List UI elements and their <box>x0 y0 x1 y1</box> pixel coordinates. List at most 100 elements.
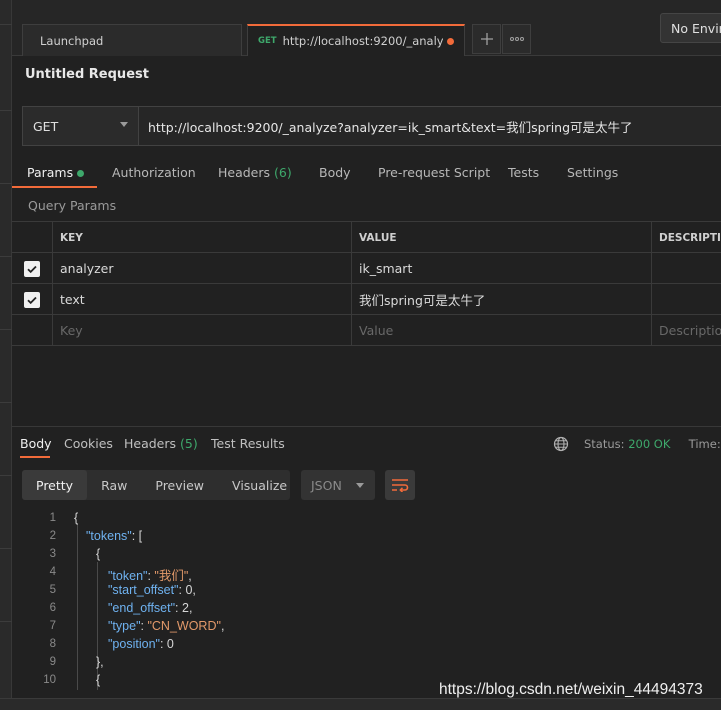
active-tab-underline <box>12 186 97 188</box>
code-text: "position": 0 <box>108 637 174 651</box>
url-input[interactable]: http://localhost:9200/_analyze?analyzer=… <box>139 107 721 145</box>
tab-request-url: http://localhost:9200/_analyze?... <box>282 34 443 48</box>
row-checkbox[interactable] <box>12 284 52 315</box>
tab-response-cookies[interactable]: Cookies <box>64 436 113 451</box>
json-brace: { <box>96 673 101 687</box>
checkmark-icon <box>27 296 37 304</box>
request-tab-bar: Launchpad GET http://localhost:9200/_ana… <box>12 0 721 56</box>
status-bar <box>0 698 721 710</box>
line-number: 6 <box>49 602 56 614</box>
param-description[interactable] <box>651 253 721 284</box>
method-dropdown[interactable]: GET <box>23 107 139 145</box>
json-string: "CN_WORD" <box>147 619 221 633</box>
code-line: 5 "start_offset": 0, <box>12 582 721 600</box>
query-params-table: KEY VALUE DESCRIPTION analyzer ik_smart … <box>12 221 721 346</box>
tab-active-request[interactable]: GET http://localhost:9200/_analyze?... <box>247 24 465 56</box>
checkbox[interactable] <box>24 291 40 308</box>
json-number: 0 <box>185 583 193 597</box>
request-title[interactable]: Untitled Request <box>25 67 149 82</box>
tab-headers-label: Headers <box>218 165 271 180</box>
json-key: "start_offset" <box>108 583 179 597</box>
code-text: { <box>96 673 100 687</box>
line-number: 3 <box>49 548 56 560</box>
tab-headers[interactable]: Headers (6) <box>218 165 292 180</box>
param-key-placeholder[interactable]: Key <box>52 315 351 346</box>
tab-method-badge: GET <box>258 36 277 46</box>
status-value[interactable]: 200 OK <box>628 437 670 451</box>
json-brace: { <box>96 547 101 561</box>
json-brace: }, <box>96 655 104 669</box>
code-line: 9}, <box>12 654 721 672</box>
line-number: 5 <box>49 584 56 596</box>
code-text: { <box>74 511 78 525</box>
view-visualize-button[interactable]: Visualize <box>218 470 301 500</box>
checkmark-icon <box>27 265 37 273</box>
line-number: 1 <box>49 512 56 524</box>
json-number: 0 <box>166 637 174 651</box>
tab-settings[interactable]: Settings <box>567 165 618 180</box>
code-line: 6 "end_offset": 2, <box>12 600 721 618</box>
line-number: 8 <box>49 638 56 650</box>
table-header-check <box>12 222 52 253</box>
wrap-lines-button[interactable] <box>385 470 415 500</box>
response-status: Status: 200 OK Time: 73 <box>584 437 721 451</box>
tab-test-results[interactable]: Test Results <box>211 436 285 451</box>
param-value-placeholder[interactable]: Value <box>351 315 651 346</box>
sidebar-divider <box>0 548 12 549</box>
sidebar-divider <box>0 183 12 184</box>
line-number: 10 <box>43 674 56 686</box>
param-description-placeholder[interactable]: Description <box>651 315 721 346</box>
params-active-dot-icon <box>77 170 85 177</box>
param-key[interactable]: analyzer <box>52 253 351 284</box>
pane-divider[interactable] <box>12 426 721 427</box>
param-value[interactable]: ik_smart <box>351 253 651 284</box>
view-pretty-button[interactable]: Pretty <box>22 470 88 500</box>
column-header-description: DESCRIPTION <box>651 222 721 253</box>
checkbox[interactable] <box>24 260 40 277</box>
tab-headers-count: (6) <box>274 165 292 180</box>
view-raw-button[interactable]: Raw <box>87 470 141 500</box>
wrap-lines-icon <box>392 479 409 492</box>
tab-tests[interactable]: Tests <box>508 165 539 180</box>
view-preview-button[interactable]: Preview <box>141 470 218 500</box>
code-line: 2 "tokens": [ <box>12 528 721 546</box>
sidebar-divider <box>0 475 12 476</box>
tab-body[interactable]: Body <box>319 165 351 180</box>
left-sidebar-strip <box>0 0 12 710</box>
tab-authorization[interactable]: Authorization <box>112 165 196 180</box>
param-value[interactable]: 我们spring可是太牛了 <box>351 284 651 315</box>
plus-icon <box>480 33 493 45</box>
json-key: "token" <box>108 569 148 583</box>
chevron-down-icon <box>120 122 128 127</box>
json-key: "type" <box>108 619 141 633</box>
response-body-editor[interactable]: 1{ 2 "tokens": [ 3{ 4 "token": "我们", 5 "sta… <box>12 510 721 690</box>
line-number: 7 <box>49 620 56 632</box>
tab-prerequest-script[interactable]: Pre-request Script <box>378 165 490 180</box>
new-tab-button[interactable] <box>472 24 501 54</box>
format-label: JSON <box>311 477 342 493</box>
globe-icon[interactable] <box>553 436 569 452</box>
tab-launchpad[interactable]: Launchpad <box>22 24 242 56</box>
row-checkbox[interactable] <box>12 253 52 284</box>
table-row-new: Key Value Description <box>12 315 721 346</box>
format-dropdown[interactable]: JSON <box>301 470 375 500</box>
sidebar-divider <box>0 110 12 111</box>
param-description[interactable] <box>651 284 721 315</box>
json-key: "tokens" <box>86 529 132 543</box>
tab-params[interactable]: Params <box>27 165 85 180</box>
json-number: 2 <box>181 601 189 615</box>
unsaved-indicator-icon <box>447 37 454 45</box>
code-text: "tokens": [ <box>86 529 143 543</box>
environment-selector[interactable]: No Environment <box>660 13 721 43</box>
tab-response-body[interactable]: Body <box>20 436 52 451</box>
sidebar-divider <box>0 621 12 622</box>
tab-options-button[interactable] <box>502 24 531 54</box>
code-text: }, <box>96 655 104 669</box>
code-text: "end_offset": 2, <box>108 601 193 615</box>
method-label: GET <box>33 118 59 134</box>
param-key[interactable]: text <box>52 284 351 315</box>
view-mode-segment: Pretty Raw Preview Visualize <box>22 470 290 500</box>
sidebar-divider <box>0 402 12 403</box>
tab-launchpad-label: Launchpad <box>40 33 104 48</box>
tab-response-headers[interactable]: Headers (5) <box>124 436 198 451</box>
